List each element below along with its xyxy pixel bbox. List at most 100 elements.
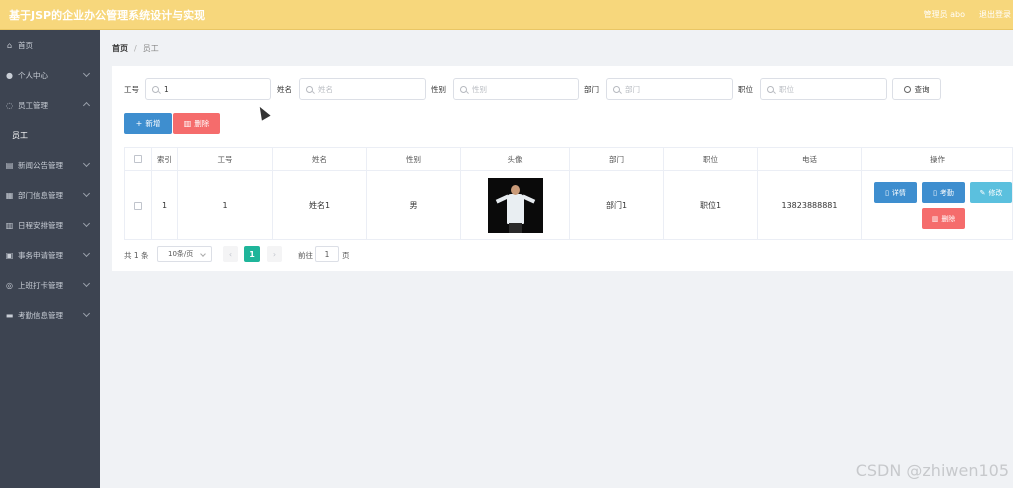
sidebar-item-home[interactable]: ⌂ 首页 xyxy=(0,30,100,60)
goto-page-input[interactable]: 1 xyxy=(315,246,339,262)
search-icon xyxy=(613,85,620,93)
sidebar-item-clock-in[interactable]: ◎ 上班打卡管理 xyxy=(0,270,100,300)
name-placeholder: 姓名 xyxy=(318,84,333,94)
sidebar-item-department[interactable]: ▦ 部门信息管理 xyxy=(0,180,100,210)
document-icon: ▯ xyxy=(885,188,889,197)
search-icon xyxy=(903,85,911,93)
chevron-down-icon xyxy=(82,69,91,78)
sidebar-item-schedule[interactable]: ▥ 日程安排管理 xyxy=(0,210,100,240)
search-icon xyxy=(460,85,467,93)
sidebar-item-attendance[interactable]: ▬ 考勤信息管理 xyxy=(0,300,100,330)
top-bar: 基于JSP的企业办公管理系统设计与实现 管理员 abo 退出登录 xyxy=(0,0,1013,30)
position-placeholder: 职位 xyxy=(779,84,794,94)
sidebar-item-label: 个人中心 xyxy=(18,70,48,80)
job-no-value: 1 xyxy=(164,84,169,94)
prev-page-button[interactable]: ‹ xyxy=(223,246,238,262)
clock-icon: ◎ xyxy=(6,280,13,290)
news-icon: ▤ xyxy=(5,160,14,170)
next-page-button[interactable]: › xyxy=(267,246,282,262)
breadcrumb-separator: / xyxy=(134,43,137,53)
chevron-up-icon xyxy=(82,101,91,110)
sidebar-item-label: 部门信息管理 xyxy=(18,190,63,200)
gender-label: 性别 xyxy=(431,85,446,94)
sidebar-item-employee-management[interactable]: ◌ 员工管理 xyxy=(0,90,100,120)
table-cell-phone: 13823888881 xyxy=(758,171,862,240)
name-input[interactable]: 姓名 xyxy=(299,78,426,100)
breadcrumb-home[interactable]: 首页 xyxy=(112,43,128,54)
column-header: 操作 xyxy=(862,148,1013,171)
sidebar-item-label: 考勤信息管理 xyxy=(18,310,63,320)
home-icon: ⌂ xyxy=(6,40,13,50)
goto-label: 前往 xyxy=(298,251,313,260)
chevron-down-icon xyxy=(82,159,91,168)
total-count: 共 1 条 xyxy=(124,251,149,260)
app-title: 基于JSP的企业办公管理系统设计与实现 xyxy=(9,9,206,22)
table-cell-dept: 部门1 xyxy=(570,171,664,240)
query-button[interactable]: 查询 xyxy=(892,78,941,100)
detail-button-label: 详情 xyxy=(891,188,906,197)
affairs-icon: ▣ xyxy=(5,250,14,260)
row-actions: ▯ 详情 ▯ 考勤 ✎ 修改 ▥ 删除 xyxy=(862,171,1013,240)
position-label: 职位 xyxy=(738,85,753,94)
table-cell-avatar xyxy=(461,171,570,240)
attendance-button[interactable]: ▯ 考勤 xyxy=(922,182,965,203)
logout-link[interactable]: 退出登录 xyxy=(979,9,1011,20)
employee-icon: ◌ xyxy=(6,100,13,110)
trash-icon: ▥ xyxy=(931,214,939,223)
sidebar-item-label: 上班打卡管理 xyxy=(18,280,63,290)
gender-input[interactable]: 性别 xyxy=(453,78,579,100)
job-no-input[interactable]: 1 xyxy=(145,78,271,100)
sidebar-item-label: 首页 xyxy=(18,40,33,50)
sidebar-subitem-employee[interactable]: 员工 xyxy=(0,120,100,150)
table-cell-name: 姓名1 xyxy=(273,171,367,240)
attendance-icon: ▬ xyxy=(5,310,14,320)
sidebar-item-news[interactable]: ▤ 新闻公告管理 xyxy=(0,150,100,180)
batch-delete-button-label: 删除 xyxy=(194,119,210,128)
chevron-down-icon xyxy=(82,189,91,198)
batch-delete-button[interactable]: ▥ 删除 xyxy=(173,113,220,134)
column-header: 工号 xyxy=(178,148,273,171)
sidebar-item-personal-center[interactable]: ● 个人中心 xyxy=(0,60,100,90)
dept-placeholder: 部门 xyxy=(625,84,640,94)
column-header: 头像 xyxy=(461,148,570,171)
add-button[interactable]: + 新增 xyxy=(124,113,172,134)
avatar xyxy=(487,178,543,233)
search-icon xyxy=(152,85,159,93)
sidebar-item-label: 事务申请管理 xyxy=(18,250,63,260)
calendar-icon: ▥ xyxy=(5,220,14,230)
dept-input[interactable]: 部门 xyxy=(606,78,733,100)
column-header: 性别 xyxy=(367,148,461,171)
document-icon: ▯ xyxy=(933,188,937,197)
table-cell-position: 职位1 xyxy=(664,171,758,240)
delete-button[interactable]: ▥ 删除 xyxy=(922,208,965,229)
select-all-checkbox[interactable] xyxy=(134,155,142,163)
chevron-down-icon xyxy=(200,251,206,257)
chevron-down-icon xyxy=(82,219,91,228)
trash-icon: ▥ xyxy=(183,119,192,128)
job-no-label: 工号 xyxy=(124,85,139,94)
current-page[interactable]: 1 xyxy=(244,246,260,262)
row-select-cell xyxy=(125,171,152,240)
plus-icon: + xyxy=(135,119,143,128)
table-cell-gender: 男 xyxy=(367,171,461,240)
chevron-down-icon xyxy=(82,249,91,258)
search-icon xyxy=(767,85,774,93)
search-icon xyxy=(306,85,313,93)
attendance-button-label: 考勤 xyxy=(939,188,954,197)
name-label: 姓名 xyxy=(277,85,292,94)
department-icon: ▦ xyxy=(5,190,14,200)
select-all-cell xyxy=(125,148,152,171)
detail-button[interactable]: ▯ 详情 xyxy=(874,182,917,203)
sidebar-subitem-label: 员工 xyxy=(12,130,28,140)
page-size-select[interactable]: 10条/页 xyxy=(157,246,212,262)
edit-button-label: 修改 xyxy=(988,188,1003,197)
row-checkbox[interactable] xyxy=(134,201,142,210)
page-size-value: 10条/页 xyxy=(168,250,194,258)
edit-button[interactable]: ✎ 修改 xyxy=(970,182,1012,203)
position-input[interactable]: 职位 xyxy=(760,78,887,100)
sidebar-item-affairs[interactable]: ▣ 事务申请管理 xyxy=(0,240,100,270)
chevron-down-icon xyxy=(82,309,91,318)
sidebar: ⌂ 首页 ● 个人中心 ◌ 员工管理 员工 ▤ 新闻公告管理 ▦ 部门信息管理 … xyxy=(0,30,100,488)
column-header: 姓名 xyxy=(273,148,367,171)
admin-username[interactable]: 管理员 abo xyxy=(924,9,965,20)
